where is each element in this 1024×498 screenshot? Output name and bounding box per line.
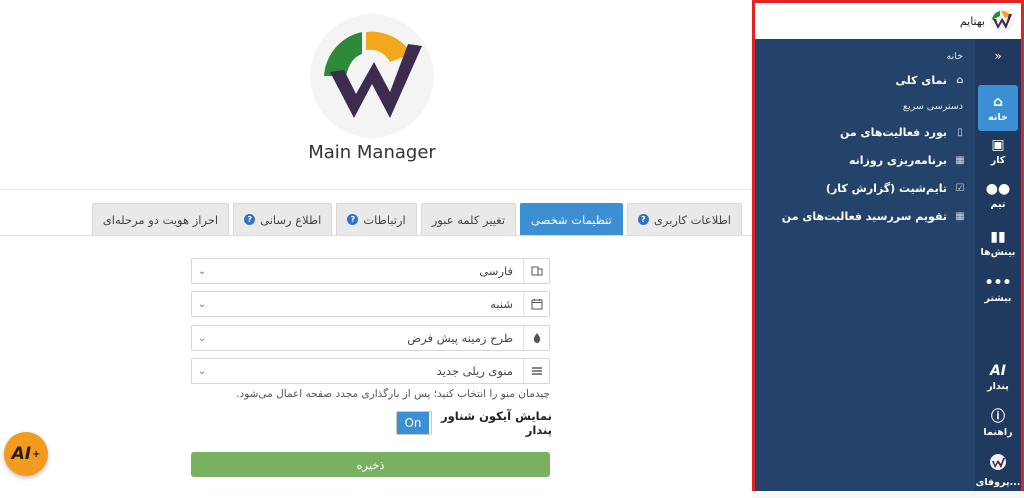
home-icon: ⌂	[956, 74, 964, 86]
tab-user-info[interactable]: اطلاعات کاربری ?	[626, 203, 742, 235]
rail-item-profile[interactable]: پروفای...	[975, 453, 1021, 488]
language-select[interactable]: فارسی ⌄	[191, 258, 550, 284]
app-name: Main Manager	[308, 142, 436, 163]
rail-item-label: بیشتر	[984, 293, 1012, 304]
rail-item-home[interactable]: ⌂ خانه	[978, 85, 1018, 131]
week-start-value: شنبه	[490, 297, 513, 311]
save-button[interactable]: ذخیره	[191, 452, 550, 477]
sparkle-icon: +	[32, 448, 41, 460]
tab-label: تغییر کلمه عبور	[431, 212, 506, 227]
week-start-select[interactable]: شنبه ⌄	[191, 291, 550, 317]
sidebar-rail: » ⌂ خانه ▣ کار ●● تیم ▮▮ بینش‌ها ••• بیش…	[975, 39, 1021, 491]
brand-name: بهتایم	[959, 14, 985, 28]
sidebar-item-my-board[interactable]: ▯ بورد فعالیت‌های من	[765, 123, 967, 141]
rail-item-insights[interactable]: ▮▮ بینش‌ها	[975, 229, 1021, 258]
tab-label: ارتباطات	[363, 212, 406, 227]
rail-item-more[interactable]: ••• بیشتر	[975, 275, 1021, 304]
toggle-knob	[429, 412, 432, 434]
floating-icon-toggle[interactable]: On	[396, 411, 433, 435]
sidebar-item-label: بورد فعالیت‌های من	[839, 125, 947, 139]
language-value: فارسی	[479, 264, 513, 278]
ai-label: AI	[11, 444, 32, 464]
calendar-check-icon: ☑	[955, 182, 965, 194]
chevron-down-icon: ⌄	[197, 365, 207, 377]
rail-item-label: خانه	[988, 111, 1008, 123]
rail-item-label: پندار	[987, 381, 1009, 392]
section-home: خانه	[946, 51, 963, 62]
home-icon: ⌂	[992, 93, 1004, 110]
tab-change-password[interactable]: تغییر کلمه عبور	[420, 203, 517, 235]
more-icon: •••	[984, 275, 1012, 291]
brand-logo-icon	[990, 9, 1014, 33]
collapse-icon[interactable]: »	[975, 49, 1021, 63]
theme-value: طرح زمینه پیش فرض	[407, 331, 513, 345]
chevron-down-icon: ⌄	[197, 332, 207, 344]
rail-item-team[interactable]: ●● تیم	[975, 181, 1021, 210]
tab-personal-settings[interactable]: تنظیمات شخصی	[520, 203, 623, 235]
rail-item-label: پروفای...	[975, 477, 1021, 488]
floating-icon-label: نمایش آیکون شناور پندار	[441, 409, 552, 437]
calendar-icon: ▦	[955, 210, 965, 222]
tab-notifications[interactable]: اطلاع رسانی ?	[233, 203, 333, 235]
briefcase-icon: ▣	[991, 137, 1005, 153]
theme-select[interactable]: طرح زمینه پیش فرض ⌄	[191, 325, 550, 351]
help-icon[interactable]: ?	[244, 214, 256, 225]
sidebar-item-label: برنامه‌ریزی روزانه	[848, 153, 947, 167]
avatar	[989, 453, 1007, 475]
chevron-down-icon: ⌄	[197, 298, 207, 310]
ai-icon: AI	[989, 363, 1007, 379]
sidebar-item-overview[interactable]: ⌂ نمای کلی	[765, 71, 967, 89]
section-quick-access: دسترسی سریع	[902, 101, 963, 112]
sidebar-item-timesheet[interactable]: ☑ تایم‌شیت (گزارش کار)	[765, 179, 967, 197]
question-icon: ⓘ	[991, 409, 1005, 425]
help-icon[interactable]: ?	[637, 214, 649, 225]
tab-label: احراز هویت دو مرحله‌ای	[102, 212, 219, 227]
settings-tabs: اطلاعات کاربری ? تنظیمات شخصی تغییر کلمه…	[91, 203, 742, 235]
sidebar: بهتایم خانه ⌂ نمای کلی دسترسی سریع ▯ بور…	[752, 0, 1024, 491]
sidebar-item-label: تایم‌شیت (گزارش کار)	[825, 181, 947, 195]
app-logo	[310, 14, 434, 138]
calendar-icon	[523, 292, 549, 316]
menu-layout-value: منوی ریلی جدید	[436, 364, 513, 378]
users-icon: ●●	[985, 181, 1011, 197]
tab-label: تنظیمات شخصی	[531, 212, 612, 227]
main-content: Main Manager اطلاعات کاربری ? تنظیمات شخ…	[0, 0, 752, 498]
language-icon	[523, 259, 549, 283]
droplet-icon	[523, 326, 549, 350]
help-icon[interactable]: ?	[347, 214, 359, 225]
tab-connections[interactable]: ارتباطات ?	[336, 203, 417, 235]
sidebar-item-label: نمای کلی	[895, 73, 947, 87]
tab-label: اطلاع رسانی	[260, 212, 322, 227]
calendar-icon: ▦	[955, 154, 965, 166]
toggle-state: On	[397, 412, 429, 434]
menu-icon	[523, 359, 549, 383]
divider	[0, 189, 752, 190]
rail-item-label: بینش‌ها	[980, 247, 1016, 258]
ai-assistant-fab[interactable]: AI +	[4, 432, 48, 476]
bar-chart-icon: ▮▮	[990, 229, 1006, 245]
sidebar-panel: خانه ⌂ نمای کلی دسترسی سریع ▯ بورد فعالی…	[755, 39, 975, 491]
floating-icon-setting: نمایش آیکون شناور پندار On	[396, 409, 552, 437]
sidebar-item-due-calendar[interactable]: ▦ تقویم سررسید فعالیت‌های من	[765, 207, 967, 225]
tab-two-factor[interactable]: احراز هویت دو مرحله‌ای	[91, 203, 230, 235]
rail-item-pendar[interactable]: AI پندار	[975, 363, 1021, 392]
sidebar-item-daily-planning[interactable]: ▦ برنامه‌ریزی روزانه	[765, 151, 967, 169]
rail-item-work[interactable]: ▣ کار	[975, 137, 1021, 166]
rail-item-help[interactable]: ⓘ راهنما	[975, 409, 1021, 438]
rail-item-label: راهنما	[983, 427, 1013, 438]
board-icon: ▯	[957, 126, 963, 138]
chevron-down-icon: ⌄	[197, 265, 207, 277]
rail-item-label: کار	[990, 155, 1006, 166]
tabs-underline	[0, 235, 752, 236]
brand-header: بهتایم	[755, 3, 1021, 39]
tab-label: اطلاعات کاربری	[653, 212, 731, 227]
rail-item-label: تیم	[990, 199, 1006, 210]
sidebar-item-label: تقویم سررسید فعالیت‌های من	[781, 209, 947, 223]
menu-layout-select[interactable]: منوی ریلی جدید ⌄	[191, 358, 550, 384]
menu-layout-hint: چیدمان منو را انتخاب کنید؛ پس از بارگذار…	[236, 388, 550, 400]
